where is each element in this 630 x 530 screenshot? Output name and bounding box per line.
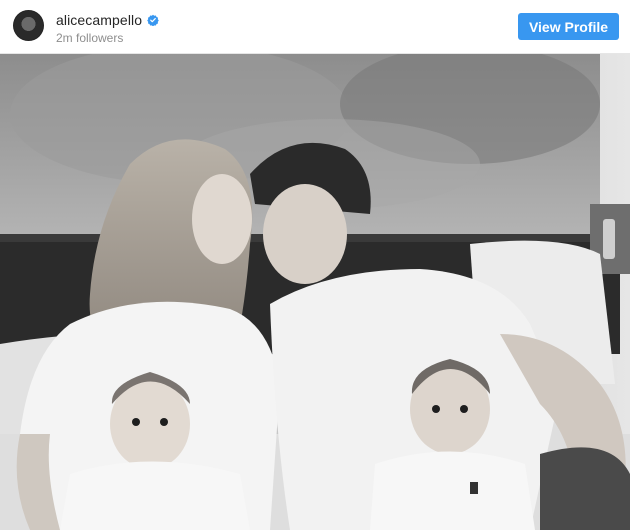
user-info: alicecampello 2m followers — [56, 12, 159, 45]
username-link[interactable]: alicecampello — [56, 12, 142, 28]
profile-avatar[interactable] — [13, 10, 44, 41]
username-row: alicecampello — [56, 12, 159, 28]
post-header: alicecampello 2m followers View Profile — [0, 0, 630, 54]
instagram-embed-card: alicecampello 2m followers View Profile — [0, 0, 630, 530]
family-photo-illustration — [0, 54, 630, 530]
view-profile-button[interactable]: View Profile — [518, 13, 619, 40]
verified-badge-icon — [147, 14, 159, 26]
post-photo[interactable] — [0, 54, 630, 530]
followers-count: 2m followers — [56, 31, 124, 45]
